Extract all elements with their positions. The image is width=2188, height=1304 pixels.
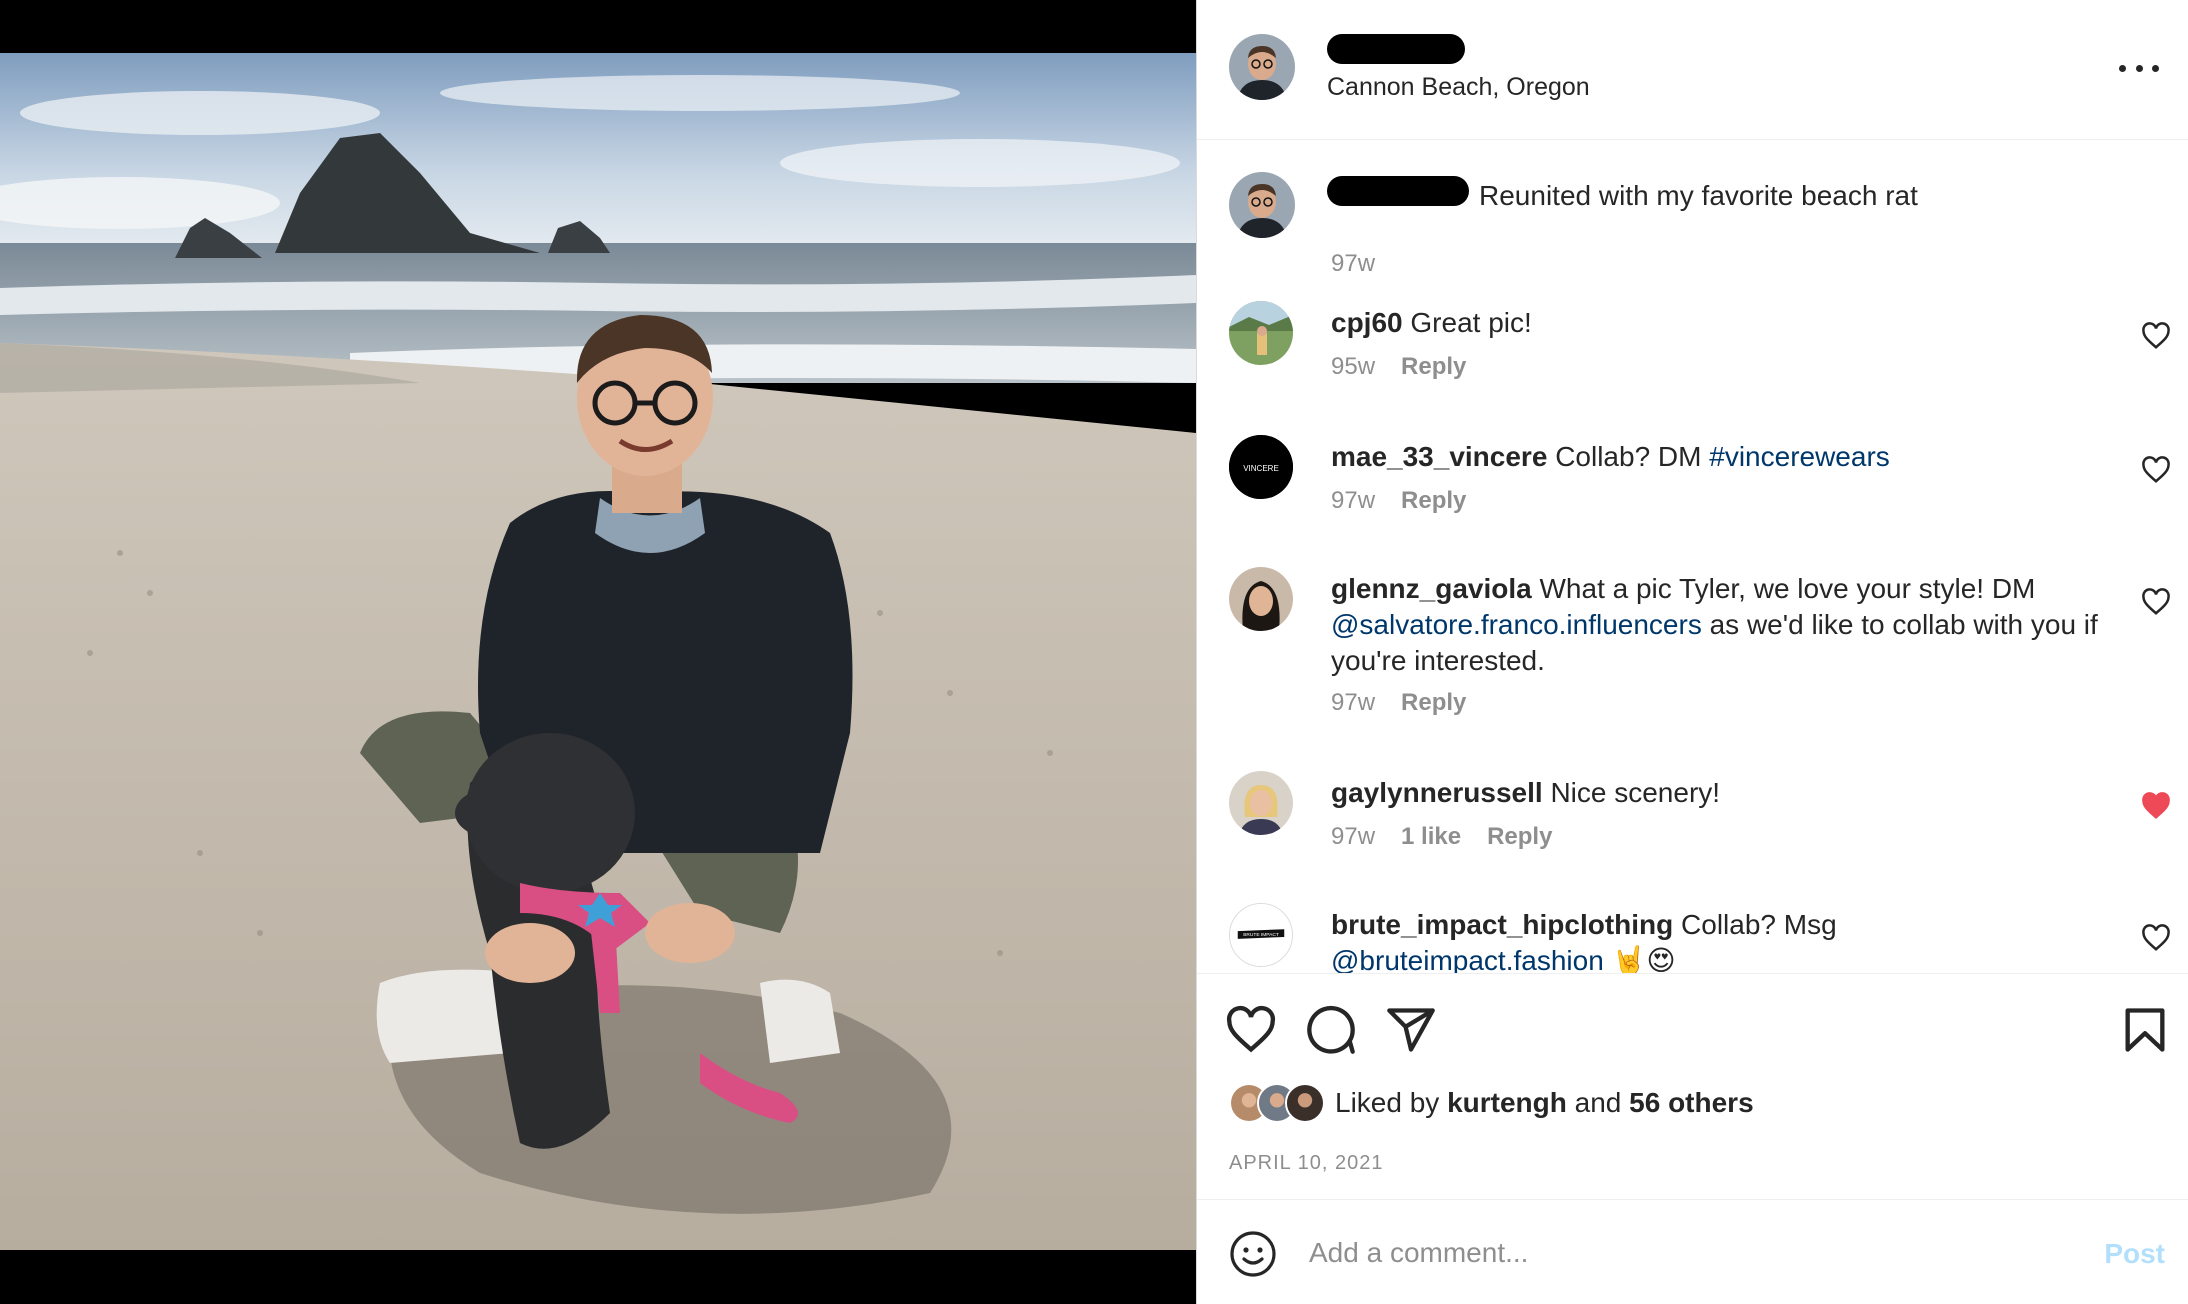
comment-text: gaylynnerussell Nice scenery! (1331, 775, 2111, 811)
beach-photo (0, 53, 1196, 1250)
comment-input[interactable] (1309, 1228, 2009, 1278)
comment-meta: 97w 1 like Reply (1331, 823, 1552, 851)
comment-username[interactable]: gaylynnerussell (1331, 777, 1543, 808)
liker-avatar (1285, 1083, 1325, 1123)
more-icon-dot (2135, 64, 2143, 72)
comment-emoji: 🤘😍 (1611, 945, 1676, 973)
post-location[interactable]: Cannon Beach, Oregon (1327, 73, 1590, 102)
caption-text: Reunited with my favorite beach rat (1479, 178, 2188, 214)
caption-body: Reunited with my favorite beach rat (1479, 180, 1918, 211)
share-icon[interactable] (1385, 1004, 1437, 1056)
comment-text: glennz_gaviola What a pic Tyler, we love… (1331, 571, 2111, 679)
likes-prefix: Liked by (1335, 1087, 1440, 1118)
comment-body: Great pic! (1410, 307, 1532, 338)
caption-age[interactable]: 97w (1331, 250, 1375, 278)
comment-text: brute_impact_hipclothing Collab? Msg @br… (1331, 907, 2111, 973)
mention-link[interactable]: @salvatore.franco.influencers (1331, 609, 1702, 640)
comment-age[interactable]: 97w (1331, 823, 1375, 851)
heart-icon[interactable] (2141, 587, 2171, 617)
comment-icon[interactable] (1305, 1004, 1357, 1056)
comment-username[interactable]: cpj60 (1331, 307, 1403, 338)
heart-icon[interactable] (2141, 455, 2171, 485)
heart-filled-icon[interactable] (2141, 791, 2171, 821)
comment-meta: 97w Reply (1331, 689, 1466, 717)
mention-link[interactable]: @bruteimpact.fashion (1331, 945, 1604, 973)
heart-icon[interactable] (1225, 1004, 1277, 1056)
more-icon-dot (2152, 64, 2159, 72)
likes-user[interactable]: kurtengh (1447, 1087, 1567, 1119)
caption-meta: 97w (1331, 250, 1375, 278)
emoji-icon[interactable] (1229, 1230, 1277, 1278)
comment-text: mae_33_vincere Collab? DM #vincerewears (1331, 439, 2111, 475)
action-bar: Liked by kurtengh and 56 others APRIL 10… (1197, 973, 2188, 1199)
comment-body: What a pic Tyler, we love your style! DM (1539, 573, 2036, 604)
commenter-avatar[interactable] (1229, 301, 1293, 365)
comment-age[interactable]: 95w (1331, 353, 1375, 381)
likes-others[interactable]: 56 others (1629, 1087, 1754, 1119)
liker-avatars (1229, 1083, 1325, 1123)
heart-icon[interactable] (2141, 321, 2171, 351)
vincere-logo-text: VINCERE (1243, 464, 1279, 473)
comment-meta: 97w Reply (1331, 487, 1466, 515)
post-media (0, 0, 1196, 1304)
author-avatar[interactable] (1229, 172, 1295, 238)
redacted-username (1327, 176, 1469, 206)
more-icon (2119, 64, 2126, 72)
comment-body: Nice scenery! (1550, 777, 1721, 808)
likes-summary[interactable]: Liked by kurtengh and 56 others (1229, 1082, 1754, 1124)
comment-username[interactable]: brute_impact_hipclothing (1331, 909, 1673, 940)
comment-username[interactable]: glennz_gaviola (1331, 573, 1532, 604)
comment-body: Collab? Msg (1681, 909, 1837, 940)
commenter-avatar[interactable]: BRUTE IMPACT (1229, 903, 1293, 967)
post-button[interactable]: Post (2104, 1238, 2165, 1270)
bookmark-icon[interactable] (2119, 1004, 2171, 1056)
comments-list[interactable]: Reunited with my favorite beach rat 97w … (1197, 141, 2188, 973)
reply-button[interactable]: Reply (1401, 487, 1466, 515)
redacted-username (1327, 34, 1465, 64)
comment-body: Collab? DM (1555, 441, 1702, 472)
commenter-avatar[interactable]: VINCERE (1229, 435, 1293, 499)
post-photo[interactable] (0, 53, 1196, 1250)
hashtag-link[interactable]: #vincerewears (1709, 441, 1890, 472)
post-header: Cannon Beach, Oregon (1197, 0, 2188, 140)
commenter-avatar[interactable] (1229, 567, 1293, 631)
likes-and: and (1574, 1087, 1622, 1118)
post-panel: Cannon Beach, Oregon Reunited with my fa… (1196, 0, 2188, 1304)
reply-button[interactable]: Reply (1401, 689, 1466, 717)
comment-meta: 95w Reply (1331, 353, 1466, 381)
reply-button[interactable]: Reply (1401, 353, 1466, 381)
heart-icon[interactable] (2141, 923, 2171, 953)
comment-age[interactable]: 97w (1331, 689, 1375, 717)
comment-likes[interactable]: 1 like (1401, 823, 1461, 851)
author-avatar[interactable] (1229, 34, 1295, 100)
comment-composer: Post (1197, 1199, 2188, 1304)
comment-username[interactable]: mae_33_vincere (1331, 441, 1547, 472)
comment-text: cpj60 Great pic! (1331, 305, 2111, 341)
post-date[interactable]: APRIL 10, 2021 (1229, 1152, 1383, 1175)
reply-button[interactable]: Reply (1487, 823, 1552, 851)
more-options-button[interactable] (2119, 50, 2159, 86)
brute-logo-text: BRUTE IMPACT (1243, 932, 1279, 938)
commenter-avatar[interactable] (1229, 771, 1293, 835)
comment-age[interactable]: 97w (1331, 487, 1375, 515)
